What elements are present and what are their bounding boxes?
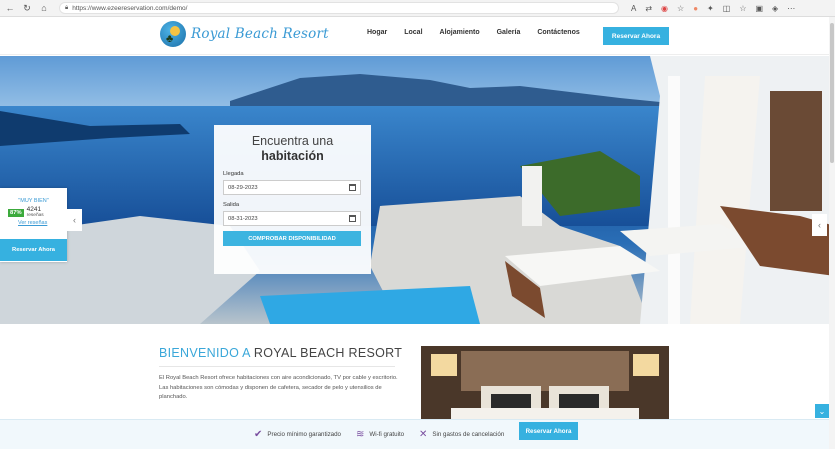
room-search-card: Encuentra una habitación Llegada 08-29-2…	[214, 125, 371, 274]
welcome-title-accent: BIENVENIDO A	[159, 346, 251, 360]
close-icon: ✕	[419, 429, 428, 440]
calendar-icon[interactable]	[349, 184, 356, 191]
checkin-label: Llegada	[223, 171, 244, 177]
checkout-label: Salida	[223, 202, 240, 208]
review-count-value: 4241	[26, 206, 42, 213]
review-count-label: reseñas	[26, 213, 44, 218]
checkin-date-field[interactable]: 08-29-2023	[223, 180, 361, 195]
logo-icon: ♣	[160, 21, 186, 47]
refresh-icon[interactable]: ↻	[20, 1, 34, 15]
wifi-icon: ≋	[356, 429, 365, 440]
site-header: ♣ Royal Beach Resort Hogar Local Alojami…	[0, 17, 835, 55]
url-text: https://www.ezeereservation.com/demo/	[72, 4, 188, 12]
hero-image: Encuentra una habitación Llegada 08-29-2…	[0, 56, 835, 324]
feature-best-price: ✔︎ Precio mínimo garantizado	[254, 429, 341, 440]
feature-label: Wi-fi gratuito	[369, 431, 405, 438]
room-image	[421, 346, 669, 422]
carousel-prev-arrow[interactable]: ‹	[67, 209, 82, 231]
feature-wifi: ≋ Wi-fi gratuito	[356, 429, 404, 440]
feature-free-cancellation: ✕ Sin gastos de cancelación	[419, 429, 504, 440]
favorites-icon[interactable]: ☆	[739, 4, 746, 13]
logo[interactable]: ♣ Royal Beach Resort	[160, 21, 329, 47]
menu-icon[interactable]: ⋯	[787, 4, 795, 13]
extension-icon[interactable]: ◉	[661, 4, 668, 13]
chevron-right-icon: ‹	[818, 220, 821, 230]
review-book-now-button[interactable]: Reservar Ahora	[0, 239, 67, 261]
check-circle-icon: ✔︎	[254, 429, 263, 440]
check-availability-button[interactable]: COMPROBAR DISPONIBILIDAD	[223, 231, 361, 246]
profile-icon[interactable]: ●	[693, 4, 698, 13]
view-reviews-link[interactable]: Ver reseñas	[18, 220, 67, 226]
menu-item-galeria[interactable]: Galería	[497, 29, 521, 36]
address-bar[interactable]: 🔒︎ https://www.ezeereservation.com/demo/	[59, 2, 619, 14]
calendar-icon[interactable]	[349, 215, 356, 222]
rating-percent-badge: 87%	[8, 209, 24, 217]
browser-toolbar: ← ↻ ⌂ 🔒︎ https://www.ezeereservation.com…	[0, 0, 835, 17]
favorite-icon[interactable]: ☆	[677, 4, 684, 13]
welcome-title-rest: ROYAL BEACH RESORT	[253, 346, 403, 360]
checkout-date-field[interactable]: 08-31-2023	[223, 211, 361, 226]
welcome-title: BIENVENIDO A ROYAL BEACH RESORT	[159, 346, 402, 360]
menu-item-local[interactable]: Local	[404, 29, 422, 36]
menu-item-alojamiento[interactable]: Alojamiento	[440, 29, 480, 36]
checkout-date-value: 08-31-2023	[228, 215, 258, 222]
search-title-line2: habitación	[261, 149, 324, 163]
collections-icon[interactable]: ▣	[755, 4, 763, 13]
chevron-left-icon: ‹	[73, 215, 76, 225]
review-count: 4241 reseñas	[26, 206, 44, 219]
bottom-features-bar: ✔︎ Precio mínimo garantizado ≋ Wi-fi gra…	[0, 419, 835, 449]
lock-icon: 🔒︎	[65, 4, 69, 11]
book-now-button[interactable]: Reservar Ahora	[603, 27, 669, 45]
feature-label: Sin gastos de cancelación	[432, 431, 505, 438]
read-aloud-icon[interactable]: A	[631, 4, 636, 13]
bottom-book-now-button[interactable]: Reservar Ahora	[519, 422, 578, 440]
translate-icon[interactable]: ⇄	[645, 4, 652, 13]
menu-item-hogar[interactable]: Hogar	[367, 29, 387, 36]
chevron-down-icon: ⌄	[818, 406, 826, 416]
extensions-shield-icon[interactable]: ◈	[772, 4, 778, 13]
back-icon[interactable]: ←	[3, 1, 17, 15]
main-menu: Hogar Local Alojamiento Galería Contácte…	[367, 29, 597, 36]
search-title-line1: Encuentra una	[251, 134, 334, 148]
puzzle-icon[interactable]: ✦	[707, 4, 714, 13]
logo-text: Royal Beach Resort	[191, 26, 329, 42]
welcome-description: El Royal Beach Resort ofrece habitacione…	[159, 375, 398, 400]
divider	[159, 366, 395, 367]
split-screen-icon[interactable]: ◫	[723, 4, 731, 13]
carousel-next-arrow[interactable]: ‹	[812, 214, 827, 236]
home-icon[interactable]: ⌂	[37, 1, 51, 15]
checkin-date-value: 08-29-2023	[228, 184, 258, 191]
menu-item-contactenos[interactable]: Contáctenos	[537, 29, 579, 36]
rating-text: "MUY BIEN"	[18, 198, 49, 204]
scroll-down-button[interactable]: ⌄	[815, 404, 829, 418]
feature-label: Precio mínimo garantizado	[267, 431, 341, 438]
search-title: Encuentra una habitación	[223, 134, 362, 164]
page-scrollbar[interactable]	[829, 17, 835, 449]
